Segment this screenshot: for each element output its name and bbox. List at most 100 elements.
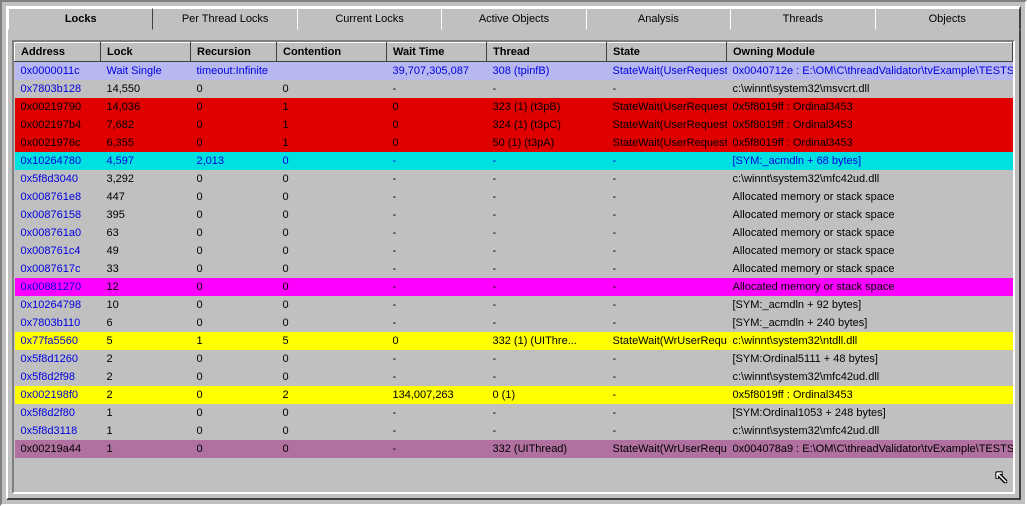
table-row[interactable]: 0x008761c44900---Allocated memory or sta… — [15, 242, 1013, 260]
cell-address: 0x00881270 — [15, 278, 101, 296]
cell-address: 0x5f8d2f80 — [15, 404, 101, 422]
table-row[interactable]: 0x7803b12814,55000---c:\winnt\system32\m… — [15, 80, 1013, 98]
cell-address: 0x5f8d3040 — [15, 170, 101, 188]
cell-own: Allocated memory or stack space — [727, 260, 1013, 278]
cell-recursion: 0 — [191, 368, 277, 386]
tab-objects[interactable]: Objects — [875, 8, 1020, 30]
cell-address: 0x77fa5560 — [15, 332, 101, 350]
cell-recursion: 0 — [191, 206, 277, 224]
table-row[interactable]: 0x5f8d30403,29200---c:\winnt\system32\mf… — [15, 170, 1013, 188]
cell-contention: 0 — [277, 206, 387, 224]
table-row[interactable]: 0x5f8d3118100---c:\winnt\system32\mfc42u… — [15, 422, 1013, 440]
tab-active-objects[interactable]: Active Objects — [441, 8, 586, 30]
cell-thread: 324 (1) (t3pC) — [487, 116, 607, 134]
cell-wait: - — [387, 296, 487, 314]
column-header-contention[interactable]: Contention — [277, 43, 387, 62]
table-row[interactable]: 0x002198f0202134,007,2630 (1)-0x5f8019ff… — [15, 386, 1013, 404]
cell-thread: - — [487, 188, 607, 206]
cell-thread: - — [487, 314, 607, 332]
table-row[interactable]: 0x102647804,5972,0130---[SYM:_acmdln + 6… — [15, 152, 1013, 170]
table-row[interactable]: 0x002197b47,682010324 (1) (t3pC)StateWai… — [15, 116, 1013, 134]
cell-wait: - — [387, 368, 487, 386]
cell-thread: - — [487, 278, 607, 296]
table-row[interactable]: 0x008761e844700---Allocated memory or st… — [15, 188, 1013, 206]
table-row[interactable]: 0x00219a44100-332 (UIThread)StateWait(Wr… — [15, 440, 1013, 458]
column-header-owning-module[interactable]: Owning Module — [727, 43, 1013, 62]
cell-thread: - — [487, 152, 607, 170]
cell-wait: 0 — [387, 116, 487, 134]
cell-contention: 0 — [277, 188, 387, 206]
cell-lock: 49 — [101, 242, 191, 260]
cell-recursion: 0 — [191, 278, 277, 296]
cell-thread: 0 (1) — [487, 386, 607, 404]
cell-state: StateWait(UserRequest) — [607, 98, 727, 116]
cell-own: [SYM:Ordinal1053 + 248 bytes] — [727, 404, 1013, 422]
cell-own: 0x0040712e : E:\OM\C\threadValidator\tvE… — [727, 62, 1013, 81]
cell-state: - — [607, 404, 727, 422]
table-row[interactable]: 0x5f8d1260200---[SYM:Ordinal5111 + 48 by… — [15, 350, 1013, 368]
cell-contention — [277, 62, 387, 81]
table-row[interactable]: 0x102647981000---[SYM:_acmdln + 92 bytes… — [15, 296, 1013, 314]
column-header-thread[interactable]: Thread — [487, 43, 607, 62]
cell-wait: - — [387, 188, 487, 206]
table-row[interactable]: 0x77fa55605150332 (1) (UIThre...StateWai… — [15, 332, 1013, 350]
cell-state: - — [607, 188, 727, 206]
cell-lock: 447 — [101, 188, 191, 206]
cell-own: Allocated memory or stack space — [727, 188, 1013, 206]
cell-contention: 0 — [277, 422, 387, 440]
cell-wait: 0 — [387, 134, 487, 152]
cell-own: c:\winnt\system32\mfc42ud.dll — [727, 368, 1013, 386]
cell-own: 0x5f8019ff : Ordinal3453 — [727, 386, 1013, 404]
cell-own: [SYM:Ordinal5111 + 48 bytes] — [727, 350, 1013, 368]
cell-address: 0x002197b4 — [15, 116, 101, 134]
tab-locks[interactable]: Locks — [8, 8, 153, 30]
cell-contention: 0 — [277, 350, 387, 368]
column-header-recursion[interactable]: Recursion — [191, 43, 277, 62]
cell-own: c:\winnt\system32\mfc42ud.dll — [727, 170, 1013, 188]
column-header-lock[interactable]: Lock — [101, 43, 191, 62]
table-row[interactable]: 0x7803b110600---[SYM:_acmdln + 240 bytes… — [15, 314, 1013, 332]
tab-current-locks[interactable]: Current Locks — [297, 8, 442, 30]
locks-table: AddressLockRecursionContentionWait TimeT… — [14, 42, 1013, 458]
cell-contention: 0 — [277, 260, 387, 278]
cell-contention: 0 — [277, 314, 387, 332]
table-row[interactable]: 0x008761a06300---Allocated memory or sta… — [15, 224, 1013, 242]
cell-recursion: 0 — [191, 386, 277, 404]
cell-address: 0x00219790 — [15, 98, 101, 116]
table-row[interactable]: 0x0087617c3300---Allocated memory or sta… — [15, 260, 1013, 278]
cell-wait: - — [387, 80, 487, 98]
table-body: 0x0000011cWait Singletimeout:Infinite39,… — [15, 62, 1013, 459]
table-row[interactable]: 0x5f8d2f80100---[SYM:Ordinal1053 + 248 b… — [15, 404, 1013, 422]
cell-state: StateWait(UserRequest) — [607, 62, 727, 81]
column-header-wait-time[interactable]: Wait Time — [387, 43, 487, 62]
cell-recursion: 0 — [191, 350, 277, 368]
cell-state: - — [607, 314, 727, 332]
tab-threads[interactable]: Threads — [730, 8, 875, 30]
locks-table-wrap: AddressLockRecursionContentionWait TimeT… — [12, 40, 1015, 494]
cell-contention: 5 — [277, 332, 387, 350]
inner-panel: LocksPer Thread LocksCurrent LocksActive… — [6, 6, 1021, 500]
cell-lock: 395 — [101, 206, 191, 224]
table-row[interactable]: 0x0087615839500---Allocated memory or st… — [15, 206, 1013, 224]
cell-lock: 2 — [101, 368, 191, 386]
cell-own: Allocated memory or stack space — [727, 224, 1013, 242]
table-row[interactable]: 0x0021979014,036010323 (1) (t3pB)StateWa… — [15, 98, 1013, 116]
cell-contention: 0 — [277, 170, 387, 188]
column-header-address[interactable]: Address — [15, 43, 101, 62]
cell-thread: 332 (1) (UIThre... — [487, 332, 607, 350]
column-header-state[interactable]: State — [607, 43, 727, 62]
tab-per-thread-locks[interactable]: Per Thread Locks — [152, 8, 297, 30]
cell-recursion: 0 — [191, 116, 277, 134]
cell-state: - — [607, 386, 727, 404]
cell-contention: 0 — [277, 242, 387, 260]
tab-analysis[interactable]: Analysis — [586, 8, 731, 30]
table-row[interactable]: 0x5f8d2f98200---c:\winnt\system32\mfc42u… — [15, 368, 1013, 386]
cell-address: 0x008761a0 — [15, 224, 101, 242]
table-row[interactable]: 0x0000011cWait Singletimeout:Infinite39,… — [15, 62, 1013, 81]
table-row[interactable]: 0x008812701200---Allocated memory or sta… — [15, 278, 1013, 296]
table-row[interactable]: 0x0021976c6,35501050 (1) (t3pA)StateWait… — [15, 134, 1013, 152]
cell-state: StateWait(WrUserRequest) — [607, 440, 727, 458]
cell-state: - — [607, 350, 727, 368]
cell-recursion: 0 — [191, 80, 277, 98]
cell-thread: - — [487, 422, 607, 440]
